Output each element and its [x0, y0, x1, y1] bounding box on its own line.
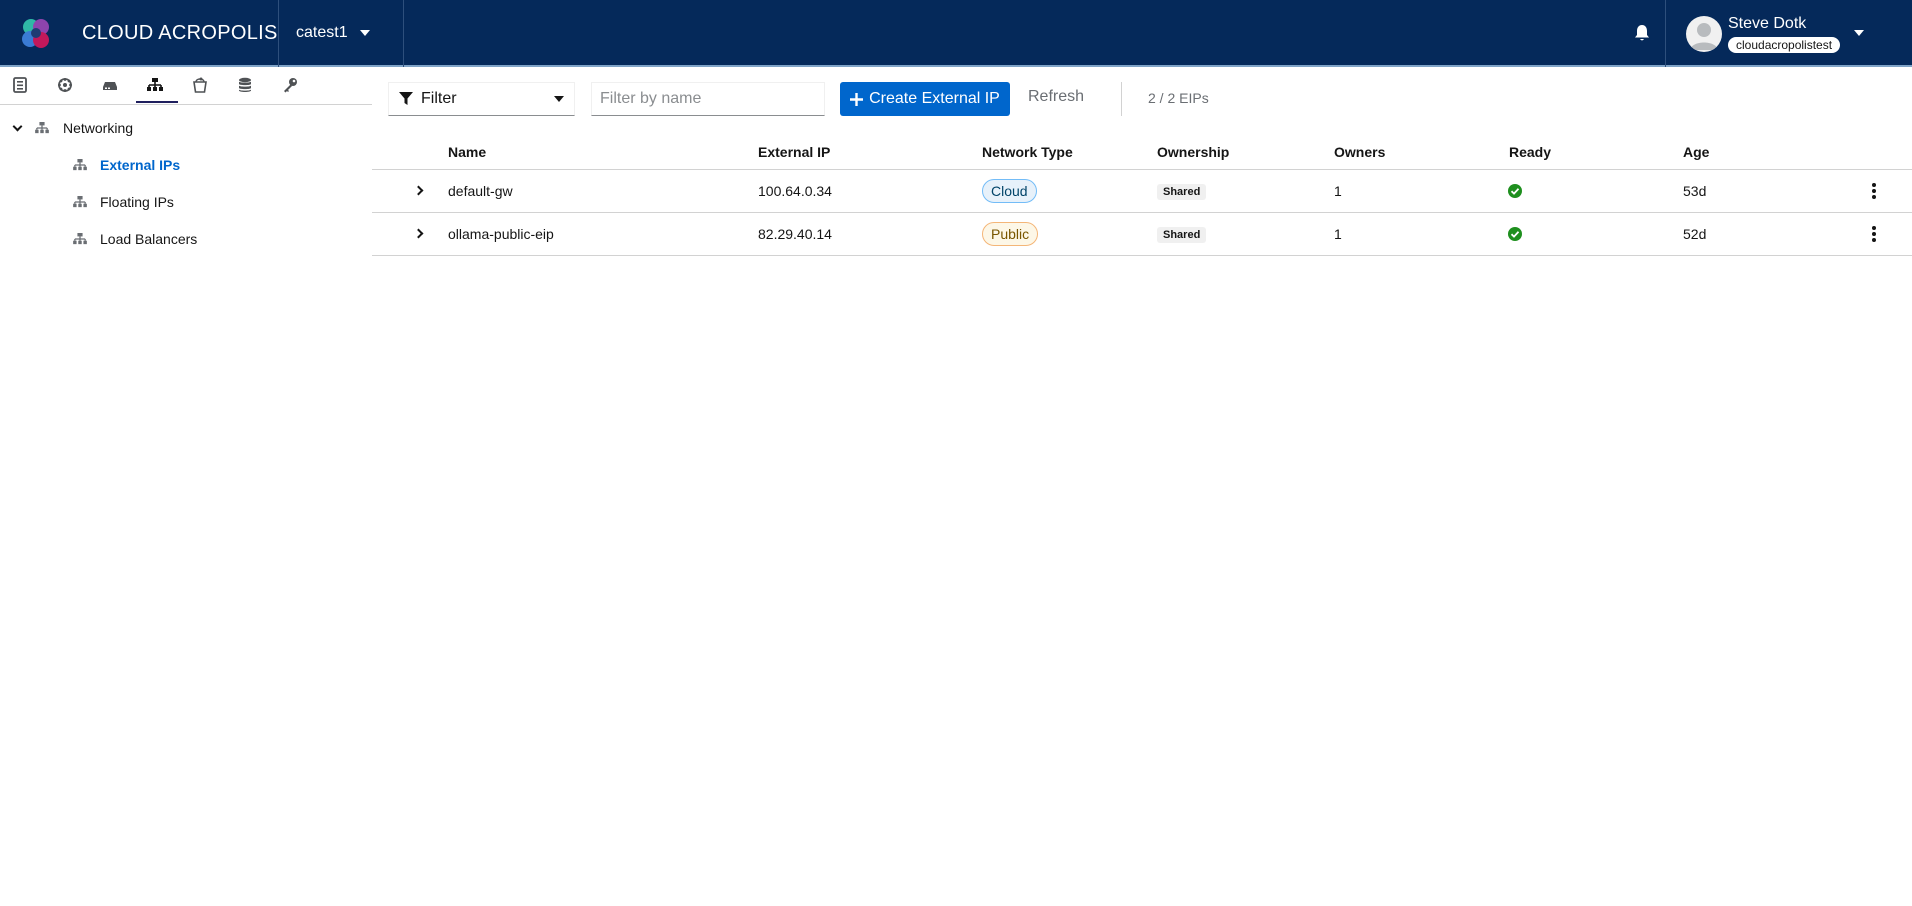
expand-row-button[interactable]	[412, 225, 428, 241]
brand-title: CLOUD ACROPOLIS	[82, 22, 278, 44]
chevron-down-icon	[359, 30, 370, 36]
active-tab-indicator	[136, 101, 178, 103]
plus-icon	[850, 92, 864, 106]
ownership-badge: Shared	[1157, 227, 1207, 243]
chevron-right-icon	[413, 185, 424, 195]
check-circle-icon	[1508, 184, 1522, 198]
tree-item-external-ips[interactable]: External IPs	[73, 157, 180, 173]
network-icon	[147, 78, 163, 91]
cell-name: ollama-public-eip	[448, 226, 554, 242]
sidebar-tab-databases[interactable]	[235, 75, 255, 95]
network-icon	[35, 122, 49, 134]
chevron-down-icon	[554, 96, 564, 102]
network-icon	[73, 233, 87, 245]
filter-icon	[399, 92, 413, 105]
sidebar-tab-servers[interactable]	[100, 75, 120, 95]
header-divider	[403, 0, 404, 67]
network-type-badge: Public	[982, 222, 1039, 246]
user-avatar-icon	[1690, 23, 1718, 50]
project-selector[interactable]: catest1	[296, 24, 370, 42]
column-header-ownership[interactable]: Ownership	[1157, 144, 1229, 160]
column-header-ready[interactable]: Ready	[1509, 144, 1551, 160]
cell-age: 53d	[1683, 183, 1707, 199]
chevron-right-icon	[413, 228, 424, 238]
cell-age: 52d	[1683, 226, 1707, 242]
column-header-external-ip[interactable]: External IP	[758, 144, 830, 160]
network-icon	[73, 196, 87, 208]
user-org-badge: cloudacropolistest	[1728, 37, 1841, 53]
search-input[interactable]	[591, 82, 825, 116]
sidebar-tab-keys[interactable]	[280, 75, 300, 95]
filter-label: Filter	[421, 90, 457, 107]
table-header: Name External IP Network Type Ownership …	[372, 136, 1912, 170]
refresh-button[interactable]: Refresh	[1028, 88, 1084, 106]
check-circle-icon	[1508, 227, 1522, 241]
cell-name: default-gw	[448, 183, 513, 199]
create-button-label: Create External IP	[869, 90, 1000, 107]
network-type-badge: Cloud	[982, 179, 1037, 203]
filter-dropdown[interactable]: Filter	[388, 82, 575, 116]
tree-item-label: Networking	[63, 120, 134, 136]
tree-item-networking[interactable]: Networking	[12, 120, 134, 136]
chevron-down-icon	[1854, 30, 1864, 36]
column-header-name[interactable]: Name	[448, 144, 486, 160]
toolbar-divider	[1121, 82, 1122, 116]
expand-row-button[interactable]	[412, 182, 428, 198]
server-icon	[103, 82, 117, 90]
database-icon	[239, 77, 251, 92]
table-row: default-gw 100.64.0.34 Cloud Shared 1 53…	[372, 170, 1912, 213]
key-icon	[284, 78, 297, 93]
network-icon	[73, 159, 87, 171]
tree-item-label: External IPs	[100, 157, 181, 173]
column-header-owners[interactable]: Owners	[1334, 144, 1385, 160]
ownership-badge: Shared	[1157, 184, 1207, 200]
cell-external-ip: 100.64.0.34	[758, 183, 832, 199]
chevron-down-icon	[12, 121, 23, 131]
create-external-ip-button[interactable]: Create External IP	[840, 82, 1010, 116]
column-header-age[interactable]: Age	[1683, 144, 1709, 160]
sidebar-tab-documents[interactable]	[10, 75, 30, 95]
row-actions-kebab-icon[interactable]	[1866, 180, 1882, 202]
document-icon	[13, 77, 27, 93]
top-header: CLOUD ACROPOLIS catest1 Steve Dotk cloud…	[0, 0, 1912, 67]
column-header-network-type[interactable]: Network Type	[982, 144, 1073, 160]
bell-icon[interactable]	[1634, 24, 1650, 42]
user-name: Steve Dotk	[1728, 15, 1807, 32]
tree-item-label: Load Balancers	[100, 231, 198, 247]
cell-external-ip: 82.29.40.14	[758, 226, 832, 242]
item-count: 2 / 2 EIPs	[1148, 90, 1209, 106]
sidebar-tab-storage[interactable]	[190, 75, 210, 95]
sidebar-tab-networking[interactable]	[145, 75, 165, 95]
tree-item-floating-ips[interactable]: Floating IPs	[73, 194, 174, 210]
cell-owners: 1	[1334, 183, 1342, 199]
user-menu[interactable]: Steve Dotk cloudacropolistest	[1686, 14, 1866, 54]
cloud-acropolis-logo[interactable]	[20, 17, 52, 51]
header-divider	[1665, 0, 1666, 67]
project-name: catest1	[296, 24, 348, 41]
sidebar-icon-bar	[0, 67, 372, 105]
tree-item-label: Floating IPs	[100, 194, 174, 210]
sidebar-tab-clusters[interactable]	[55, 75, 75, 95]
header-divider	[278, 0, 279, 67]
cell-owners: 1	[1334, 226, 1342, 242]
tree-item-load-balancers[interactable]: Load Balancers	[73, 231, 197, 247]
row-actions-kebab-icon[interactable]	[1866, 223, 1882, 245]
bucket-icon	[193, 77, 207, 93]
avatar	[1686, 16, 1722, 52]
table-row: ollama-public-eip 82.29.40.14 Public Sha…	[372, 213, 1912, 256]
cluster-icon	[58, 78, 72, 92]
